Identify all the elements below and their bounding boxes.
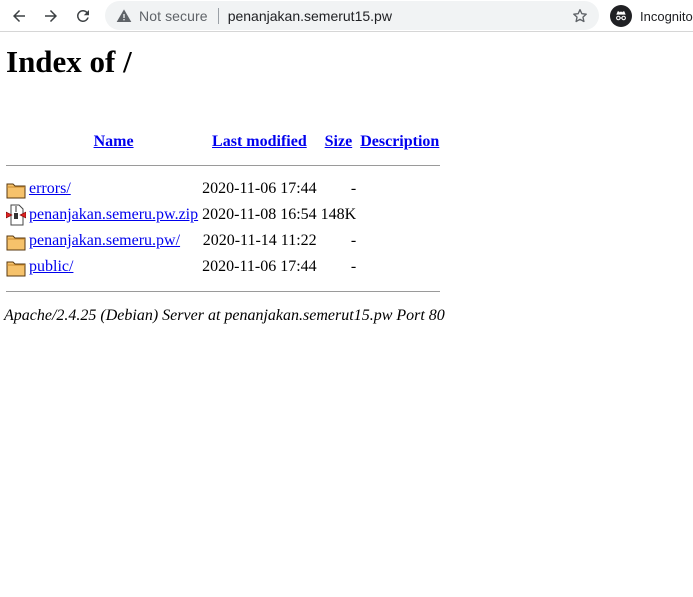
sort-by-description-link[interactable]: Description <box>360 133 439 150</box>
row-description-cell <box>359 229 440 253</box>
row-modified-cell: 2020-11-08 16:54 <box>202 206 317 223</box>
row-icon-cell <box>6 229 26 253</box>
row-size-cell: - <box>350 258 357 275</box>
file-link[interactable]: penanjakan.semeru.pw/ <box>29 232 180 249</box>
divider-row <box>6 281 441 301</box>
address-bar[interactable]: Not secure penanjakan.semerut15.pw <box>105 1 599 30</box>
sort-by-size-link[interactable]: Size <box>325 133 353 150</box>
browser-toolbar: Not secure penanjakan.semerut15.pw Incog… <box>0 0 693 32</box>
compressed-file-icon <box>6 204 26 226</box>
row-modified-cell: 2020-11-06 17:44 <box>202 180 317 197</box>
row-description-cell <box>359 203 440 227</box>
warning-icon[interactable] <box>116 8 132 24</box>
url-text[interactable]: penanjakan.semerut15.pw <box>228 8 569 24</box>
forward-button[interactable] <box>38 4 64 28</box>
incognito-label: Incognito <box>640 8 693 24</box>
back-arrow-icon <box>13 10 25 22</box>
divider-cell <box>6 155 441 175</box>
name-column-header: Name <box>28 131 199 153</box>
omnibox-divider <box>217 7 219 24</box>
icon-column-header <box>6 131 26 153</box>
folder-icon <box>6 183 26 199</box>
last-modified-column-header: Last modified <box>201 131 318 153</box>
incognito-icon <box>610 5 632 27</box>
row-size-cell: 148K <box>320 206 357 223</box>
server-signature: Apache/2.4.25 (Debian) Server at penanja… <box>4 307 445 324</box>
security-status-label[interactable]: Not secure <box>139 8 208 24</box>
file-link[interactable]: public/ <box>29 258 73 275</box>
folder-icon <box>6 261 26 277</box>
description-column-header: Description <box>359 131 440 153</box>
table-row: penanjakan.semeru.pw.zip 2020-11-08 16:5… <box>6 203 440 227</box>
row-size-cell: - <box>350 180 357 197</box>
row-name-cell: penanjakan.semeru.pw/ <box>28 229 199 253</box>
reload-icon <box>76 9 89 22</box>
row-description-cell <box>359 255 440 279</box>
row-size-cell: - <box>350 232 357 249</box>
sort-by-name-link[interactable]: Name <box>94 133 134 150</box>
star-icon[interactable] <box>569 5 591 27</box>
back-button[interactable] <box>6 4 32 28</box>
table-row: penanjakan.semeru.pw/ 2020-11-14 11:22 - <box>6 229 440 253</box>
reload-button[interactable] <box>70 4 96 28</box>
header-divider <box>6 164 441 166</box>
row-modified-cell: 2020-11-06 17:44 <box>202 258 317 275</box>
row-description-cell <box>359 177 440 201</box>
file-link[interactable]: errors/ <box>29 180 71 197</box>
incognito-indicator[interactable]: Incognito <box>610 4 693 28</box>
footer-divider <box>6 290 441 292</box>
divider-row <box>6 155 441 175</box>
directory-listing-table: Name Last modified Size Description erro… <box>4 129 442 303</box>
size-column-header: Size <box>320 131 358 153</box>
row-icon-cell <box>6 177 26 201</box>
row-name-cell: penanjakan.semeru.pw.zip <box>28 203 199 227</box>
table-row: public/ 2020-11-06 17:44 - <box>6 255 440 279</box>
row-icon-cell <box>6 255 26 279</box>
sort-by-last-modified-link[interactable]: Last modified <box>212 133 307 150</box>
folder-icon <box>6 235 26 251</box>
file-link[interactable]: penanjakan.semeru.pw.zip <box>29 206 198 223</box>
forward-arrow-icon <box>45 10 57 22</box>
table-header-row: Name Last modified Size Description <box>6 131 440 153</box>
divider-cell <box>6 281 441 301</box>
row-name-cell: public/ <box>28 255 199 279</box>
row-name-cell: errors/ <box>28 177 199 201</box>
row-modified-cell: 2020-11-14 11:22 <box>202 232 317 249</box>
row-icon-cell <box>6 203 26 227</box>
page-title: Index of / <box>6 44 132 79</box>
table-row: errors/ 2020-11-06 17:44 - <box>6 177 440 201</box>
